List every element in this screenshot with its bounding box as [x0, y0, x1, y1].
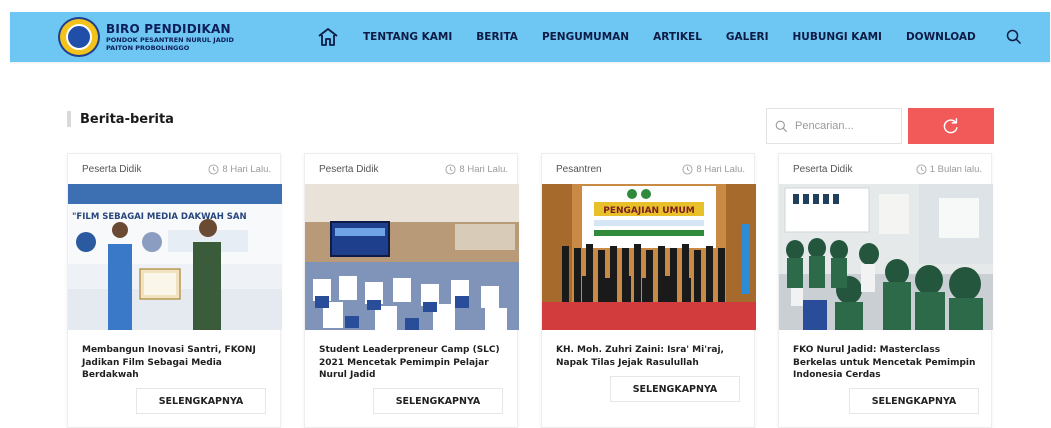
nav-item-hubungi-kami[interactable]: HUBUNGI KAMI — [793, 31, 882, 43]
logo — [58, 17, 100, 57]
card-category[interactable]: Pesantren — [556, 164, 602, 175]
main-nav: TENTANG KAMI BERITA PENGUMUMAN ARTIKEL G… — [317, 12, 1022, 62]
nav-item-pengumuman[interactable]: PENGUMUMAN — [542, 31, 629, 43]
nav-item-artikel[interactable]: ARTIKEL — [653, 31, 702, 43]
card-time: 8 Hari Lalu. — [208, 164, 271, 175]
card-category[interactable]: Peserta Didik — [793, 164, 852, 175]
clock-icon — [682, 163, 693, 175]
read-more-button[interactable]: SELENGKAPNYA — [136, 388, 266, 414]
news-card: Peserta Didik 1 Bulan lalu. FKO Nurul Ja… — [778, 153, 993, 428]
top-navbar: BIRO PENDIDIKAN PONDOK PESANTREN NURUL J… — [10, 12, 1050, 62]
home-icon[interactable] — [317, 26, 339, 48]
nav-item-download[interactable]: DOWNLOAD — [906, 31, 976, 43]
card-title[interactable]: Student Leaderpreneur Camp (SLC) 2021 Me… — [305, 330, 517, 380]
search-box — [766, 108, 902, 144]
brand-subtitle-1: PONDOK PESANTREN NURUL JADID — [106, 35, 234, 44]
read-more-button[interactable]: SELENGKAPNYA — [849, 388, 979, 414]
card-image[interactable] — [305, 184, 519, 330]
nav-item-galeri[interactable]: GALERI — [726, 31, 769, 43]
card-time: 8 Hari Lalu. — [682, 164, 745, 175]
clock-icon — [916, 163, 927, 175]
card-image-banner: PENGAJIAN UMUM — [603, 206, 695, 216]
clock-icon — [445, 163, 456, 175]
card-title[interactable]: Membangun Inovasi Santri, FKONJ Jadikan … — [68, 330, 280, 380]
section-heading: Berita-berita — [67, 108, 174, 130]
search-field-icon — [775, 120, 788, 132]
search-icon[interactable] — [1006, 29, 1022, 45]
card-time: 8 Hari Lalu. — [445, 164, 508, 175]
brand-title: BIRO PENDIDIKAN — [106, 21, 231, 36]
section-title: Berita-berita — [80, 111, 174, 127]
card-image[interactable]: "FILM SEBAGAI MEDIA DAKWAH SAN — [68, 184, 282, 330]
card-image[interactable]: PENGAJIAN UMUM — [542, 184, 756, 330]
news-card: Peserta Didik 8 Hari Lalu. "FILM SEBAGAI… — [67, 153, 282, 428]
card-category[interactable]: Peserta Didik — [319, 164, 378, 175]
nav-item-berita[interactable]: BERITA — [476, 31, 518, 43]
card-title[interactable]: KH. Moh. Zuhri Zaini: Isra' Mi'raj, Napa… — [542, 330, 754, 378]
section-accent-bar — [67, 111, 71, 127]
card-image-banner: "FILM SEBAGAI MEDIA DAKWAH SAN — [72, 212, 247, 222]
card-title[interactable]: FKO Nurul Jadid: Masterclass Berkelas un… — [779, 330, 991, 380]
read-more-button[interactable]: SELENGKAPNYA — [373, 388, 503, 414]
search-input[interactable] — [795, 120, 885, 132]
brand-subtitle-2: PAITON PROBOLINGGO — [106, 44, 190, 52]
refresh-button[interactable] — [908, 108, 994, 144]
news-card: Peserta Didik 8 Hari Lalu. Student Leade… — [304, 153, 519, 428]
brand[interactable]: BIRO PENDIDIKAN PONDOK PESANTREN NURUL J… — [58, 17, 234, 57]
read-more-button[interactable]: SELENGKAPNYA — [610, 376, 740, 402]
nav-item-tentang-kami[interactable]: TENTANG KAMI — [363, 31, 452, 43]
card-time: 1 Bulan lalu. — [916, 164, 982, 175]
page: BIRO PENDIDIKAN PONDOK PESANTREN NURUL J… — [0, 0, 1051, 428]
clock-icon — [208, 163, 219, 175]
news-card: Pesantren 8 Hari Lalu. PENGAJIAN UMUM KH… — [541, 153, 756, 428]
card-image[interactable] — [779, 184, 993, 330]
refresh-icon — [943, 118, 958, 134]
card-category[interactable]: Peserta Didik — [82, 164, 141, 175]
